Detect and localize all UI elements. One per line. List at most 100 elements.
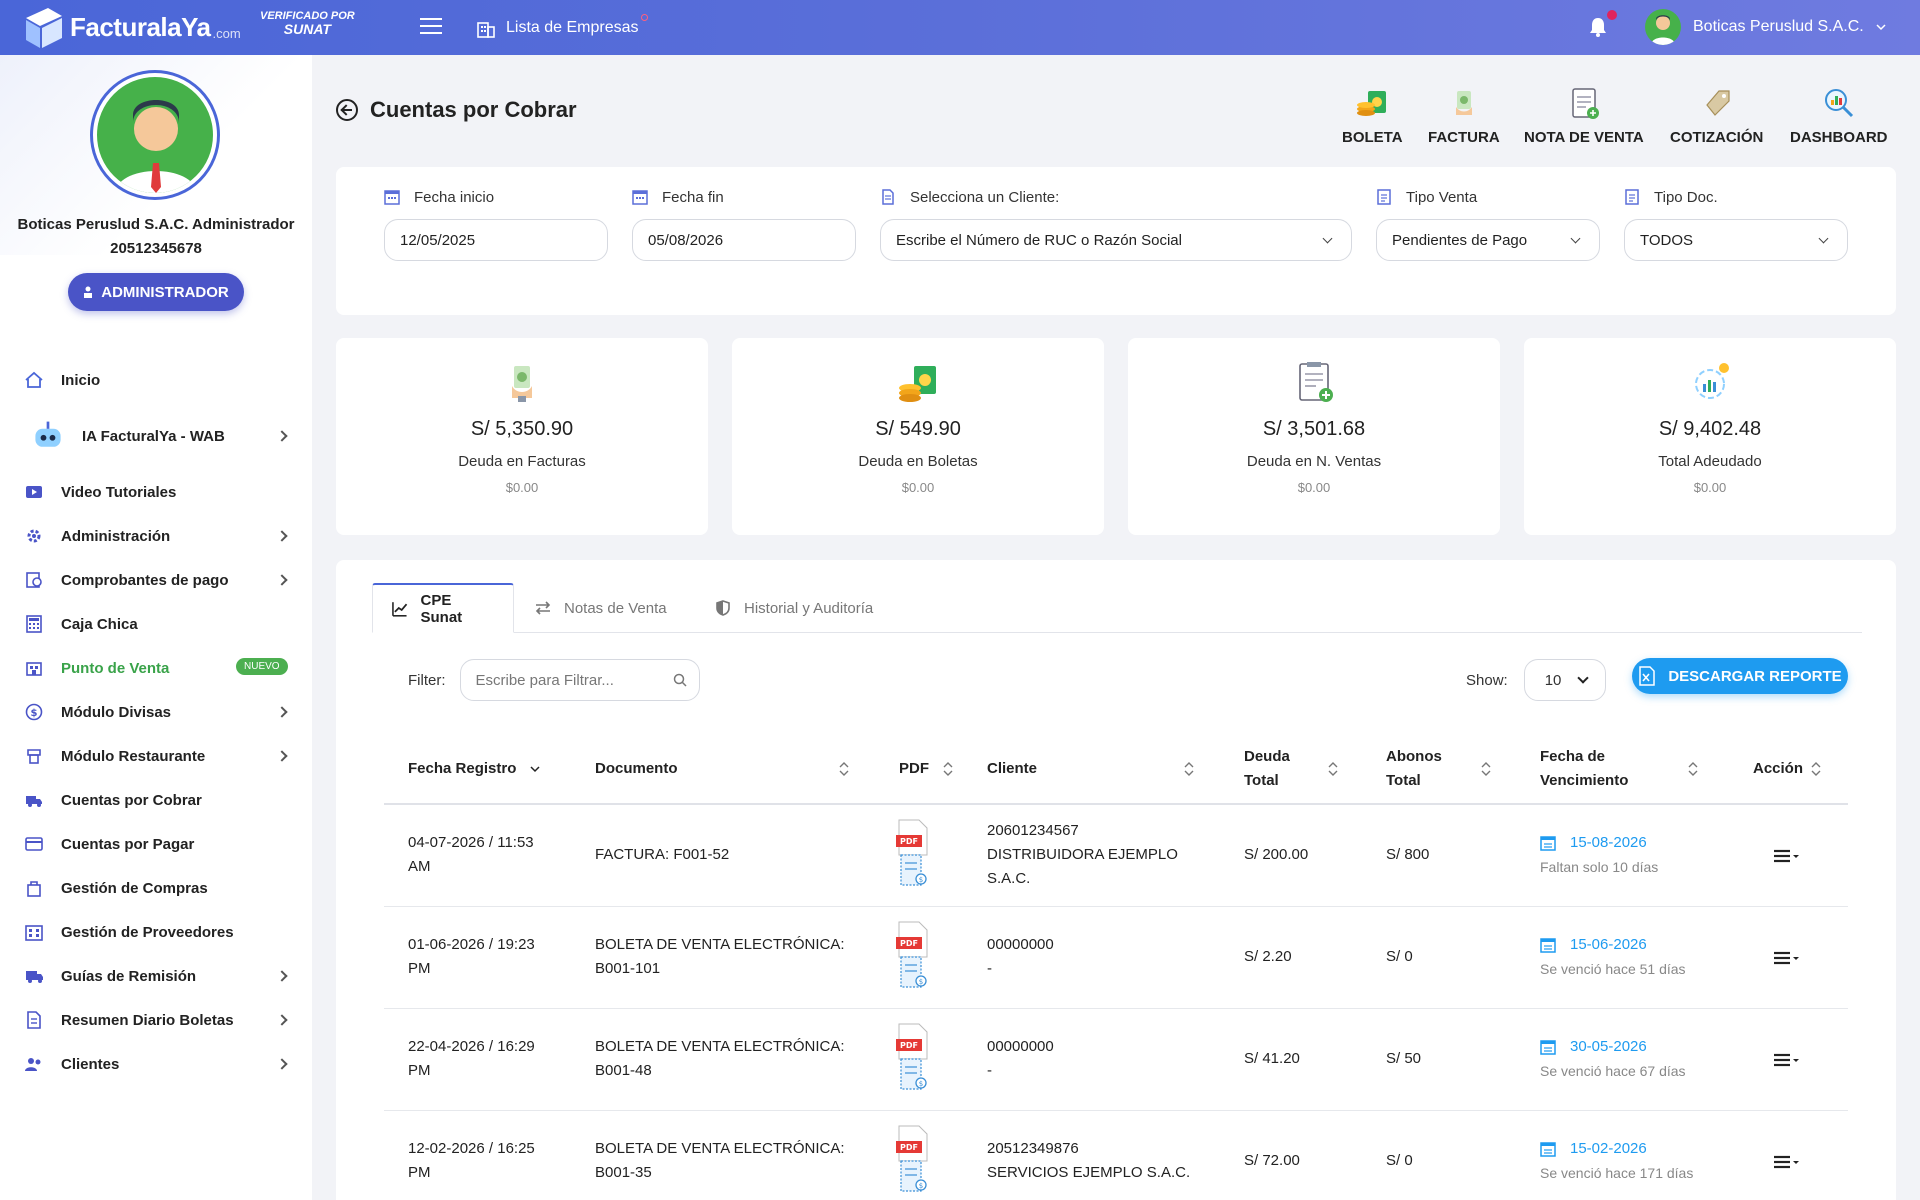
sidebar-item-caja-chica[interactable]: Caja Chica bbox=[0, 604, 312, 644]
sort-icon[interactable] bbox=[1811, 761, 1821, 777]
sidebar-item-label: Inicio bbox=[61, 371, 101, 389]
table-header: Fecha Registro Documento PDF Cliente Deu… bbox=[384, 733, 1848, 805]
building-icon bbox=[24, 922, 44, 942]
quick-action-cotizacion[interactable]: COTIZACIÓN bbox=[1670, 85, 1763, 146]
cliente-select[interactable]: Escribe el Número de RUC o Razón Social bbox=[880, 219, 1352, 261]
back-arrow-icon[interactable] bbox=[336, 99, 358, 121]
cell-vencimiento: 15-08-2026 Faltan solo 10 días bbox=[1540, 834, 1659, 875]
administrator-button[interactable]: ADMINISTRADOR bbox=[68, 273, 244, 311]
sort-icon[interactable] bbox=[1328, 761, 1338, 777]
sort-icon[interactable] bbox=[1184, 761, 1194, 777]
header-deuda[interactable]: Deuda Total bbox=[1244, 733, 1290, 805]
sort-icon[interactable] bbox=[839, 761, 849, 777]
document-icon bbox=[24, 1010, 44, 1030]
tab-cpe-sunat[interactable]: CPE Sunat bbox=[372, 583, 514, 633]
show-select[interactable]: 10 bbox=[1523, 659, 1606, 701]
cell-deuda: S/ 72.00 bbox=[1244, 1152, 1300, 1169]
sidebar-item-gestion-de-compras[interactable]: Gestión de Compras bbox=[0, 868, 312, 908]
sidebar-item-modulo-divisas[interactable]: $ Módulo Divisas bbox=[0, 692, 312, 732]
sidebar-item-ia-facturalya-wab[interactable]: IA FacturalYa - WAB bbox=[0, 416, 312, 456]
svg-text:PDF: PDF bbox=[900, 837, 918, 846]
sidebar-item-gestion-de-proveedores[interactable]: Gestión de Proveedores bbox=[0, 912, 312, 952]
tabs: CPE Sunat Notas de Venta Historial y Aud… bbox=[372, 583, 1862, 633]
sidebar-item-inicio[interactable]: Inicio bbox=[0, 360, 312, 400]
card-icon bbox=[24, 834, 44, 854]
cell-fecha: 22-04-2026 / 16:29 PM bbox=[408, 1038, 535, 1079]
row-actions-menu-icon[interactable] bbox=[1772, 1050, 1800, 1070]
sidebar-item-punto-de-venta[interactable]: Punto de Venta NUEVO bbox=[0, 648, 312, 688]
sidebar-item-label: Resumen Diario Boletas bbox=[61, 1011, 234, 1029]
cell-documento: FACTURA: F001-52 bbox=[595, 846, 730, 863]
header-documento[interactable]: Documento bbox=[595, 733, 678, 805]
svg-text:$: $ bbox=[919, 1182, 923, 1190]
sort-icon[interactable] bbox=[1481, 761, 1491, 777]
sidebar: Boticas Peruslud S.A.C. Administrador 20… bbox=[0, 55, 312, 1200]
empresas-link[interactable]: Lista de Empresas bbox=[476, 0, 648, 55]
restaurant-icon bbox=[24, 746, 44, 766]
verified-por: POR bbox=[330, 10, 355, 22]
sidebar-item-label: Módulo Restaurante bbox=[61, 747, 206, 765]
list-icon bbox=[1625, 189, 1639, 205]
header-abonos[interactable]: Abonos Total bbox=[1386, 733, 1442, 805]
tipo-venta-field: Tipo Venta Pendientes de Pago bbox=[1376, 187, 1600, 261]
pdf-file-icon[interactable]: PDF $ bbox=[895, 819, 931, 889]
sort-icon[interactable] bbox=[943, 761, 953, 777]
pdf-file-icon[interactable]: PDF $ bbox=[895, 1125, 931, 1195]
search-icon bbox=[673, 673, 687, 687]
user-menu[interactable]: Boticas Peruslud S.A.C. bbox=[1645, 8, 1886, 46]
profile-ruc: 20512345678 bbox=[110, 240, 202, 257]
pdf-file-icon[interactable]: PDF $ bbox=[895, 921, 931, 991]
sidebar-item-administracion[interactable]: Administración bbox=[0, 516, 312, 556]
header-fecha[interactable]: Fecha Registro bbox=[408, 733, 540, 805]
tipo-doc-select[interactable]: TODOS bbox=[1624, 219, 1848, 261]
row-actions-menu-icon[interactable] bbox=[1772, 948, 1800, 968]
sort-icon[interactable] bbox=[1688, 761, 1698, 777]
pdf-file-icon[interactable]: PDF $ bbox=[895, 1023, 931, 1093]
header-cliente[interactable]: Cliente bbox=[987, 733, 1037, 805]
sidebar-item-modulo-restaurante[interactable]: Módulo Restaurante bbox=[0, 736, 312, 776]
row-actions-menu-icon[interactable] bbox=[1772, 846, 1800, 866]
svg-text:PDF: PDF bbox=[900, 1143, 918, 1152]
sidebar-item-cuentas-por-cobrar[interactable]: Cuentas por Cobrar bbox=[0, 780, 312, 820]
menu-toggle-icon[interactable] bbox=[420, 18, 442, 36]
cell-cliente: 20601234567 DISTRIBUIDORA EJEMPLO S.A.C. bbox=[987, 822, 1178, 887]
header-pdf[interactable]: PDF bbox=[899, 733, 929, 805]
table-row: 01-06-2026 / 19:23 PM BOLETA DE VENTA ELEC… bbox=[384, 907, 1848, 1009]
quick-action-factura[interactable]: FACTURA bbox=[1428, 85, 1500, 146]
sidebar-item-guias-de-remision[interactable]: Guías de Remisión bbox=[0, 956, 312, 996]
fecha-fin-input[interactable]: 05/08/2026 bbox=[632, 219, 856, 261]
header-accion[interactable]: Acción bbox=[1753, 733, 1803, 805]
table-row: 04-07-2026 / 11:53 AM FACTURA: F001-52 PDF $… bbox=[384, 805, 1848, 907]
profile-avatar bbox=[90, 70, 220, 200]
bell-icon[interactable] bbox=[1587, 10, 1617, 38]
tipo-venta-select[interactable]: Pendientes de Pago bbox=[1376, 219, 1600, 261]
tab-notas-venta[interactable]: Notas de Venta bbox=[534, 583, 667, 633]
stat-label: Deuda en Facturas bbox=[458, 453, 586, 470]
sidebar-item-resumen-diario-boletas[interactable]: Resumen Diario Boletas bbox=[0, 1000, 312, 1040]
store-icon bbox=[24, 658, 44, 678]
header-vencimiento[interactable]: Fecha de Vencimiento bbox=[1540, 733, 1628, 805]
quick-action-nota-venta[interactable]: NOTA DE VENTA bbox=[1524, 85, 1644, 146]
quick-action-dashboard[interactable]: DASHBOARD bbox=[1790, 85, 1888, 146]
chevron-right-icon bbox=[276, 430, 288, 442]
tab-historial[interactable]: Historial y Auditoría bbox=[714, 583, 873, 633]
calendar-icon bbox=[384, 190, 400, 205]
row-actions-menu-icon[interactable] bbox=[1772, 1152, 1800, 1172]
cell-documento: BOLETA DE VENTA ELECTRÓNICA: B001-101 bbox=[595, 936, 845, 977]
sidebar-item-cuentas-por-pagar[interactable]: Cuentas por Pagar bbox=[0, 824, 312, 864]
price-tag-icon bbox=[1705, 90, 1730, 116]
main-content: Cuentas por Cobrar BOLETA FACTURA NOTA D… bbox=[312, 55, 1920, 1200]
cell-abonos: S/ 0 bbox=[1386, 1152, 1413, 1169]
sidebar-item-video-tutoriales[interactable]: Video Tutoriales bbox=[0, 472, 312, 512]
sidebar-item-comprobantes-de-pago[interactable]: Comprobantes de pago bbox=[0, 560, 312, 600]
excel-icon bbox=[1639, 666, 1656, 686]
stat-amount: S/ 549.90 bbox=[875, 418, 961, 440]
fecha-inicio-input[interactable]: 12/05/2025 bbox=[384, 219, 608, 261]
filter-input[interactable]: Escribe para Filtrar... bbox=[459, 659, 700, 701]
brand-logo[interactable]: FacturalaYa .com bbox=[24, 0, 241, 55]
download-report-button[interactable]: DESCARGAR REPORTE bbox=[1632, 658, 1848, 694]
sidebar-item-clientes[interactable]: Clientes bbox=[0, 1044, 312, 1084]
sidebar-item-label: Gestión de Proveedores bbox=[61, 923, 234, 941]
quick-action-boleta[interactable]: BOLETA bbox=[1342, 85, 1403, 146]
money-hand-icon bbox=[1455, 91, 1472, 115]
